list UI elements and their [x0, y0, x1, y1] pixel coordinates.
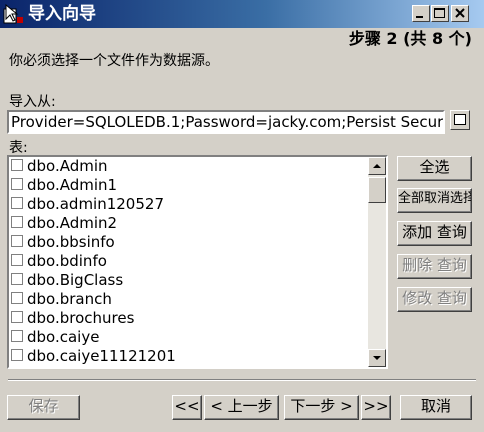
cancel-button[interactable]: 取消	[400, 395, 472, 420]
arrow-up-icon	[373, 164, 381, 168]
arrow-down-icon	[373, 356, 381, 360]
minimize-button[interactable]	[412, 5, 430, 22]
next-button[interactable]: 下一步 >	[284, 395, 359, 420]
delete-query-button[interactable]: 删除 查询	[397, 254, 472, 279]
table-row[interactable]: dbo.BigClass	[11, 271, 367, 290]
table-checkbox[interactable]	[11, 178, 23, 190]
table-row[interactable]: dbo.Admin2	[11, 214, 367, 233]
step-indicator: 步骤 2 (共 8 个)	[348, 29, 472, 48]
instruction-text: 你必须选择一个文件作为数据源。	[9, 53, 219, 69]
maximize-button[interactable]	[431, 5, 449, 22]
table-name: dbo.Admin1	[27, 176, 118, 194]
scroll-up-button[interactable]	[368, 157, 386, 175]
table-checkbox[interactable]	[11, 273, 23, 285]
maximize-icon	[434, 8, 445, 18]
import-from-label: 导入从:	[9, 94, 56, 110]
table-row[interactable]: dbo.Admin	[11, 157, 367, 176]
scroll-down-button[interactable]	[368, 349, 386, 367]
table-name: dbo.caiye11121201	[27, 347, 176, 365]
last-step-button[interactable]: >>	[361, 395, 391, 420]
table-name: dbo.caiye	[27, 328, 100, 346]
add-query-button[interactable]: 添加 查询	[397, 221, 472, 246]
table-row[interactable]: dbo.brochures	[11, 309, 367, 328]
footer-divider	[8, 379, 476, 381]
table-checkbox[interactable]	[11, 330, 23, 342]
table-row[interactable]: dbo.caiye11121201	[11, 347, 367, 366]
table-checkbox[interactable]	[11, 235, 23, 247]
table-name: dbo.branch	[27, 290, 112, 308]
tables-list[interactable]: dbo.Admin dbo.Admin1 dbo.admin120527 dbo.Ad…	[7, 155, 388, 369]
first-step-button[interactable]: <<	[172, 395, 202, 420]
close-icon	[455, 8, 465, 18]
table-row[interactable]: dbo.branch	[11, 290, 367, 309]
window-title: 导入向导	[28, 4, 96, 24]
select-all-button[interactable]: 全选	[397, 156, 472, 181]
table-name: dbo.BigClass	[27, 271, 124, 289]
browse-button[interactable]	[450, 110, 470, 130]
table-name: dbo.brochures	[27, 309, 135, 327]
scroll-thumb[interactable]	[368, 177, 386, 203]
table-row[interactable]: dbo.admin120527	[11, 195, 367, 214]
minimize-icon	[416, 16, 423, 18]
table-row[interactable]: dbo.bbsinfo	[11, 233, 367, 252]
browse-icon	[454, 114, 466, 125]
table-row[interactable]: dbo.Admin1	[11, 176, 367, 195]
tables-scrollbar[interactable]	[368, 157, 386, 367]
table-name: dbo.admin120527	[27, 195, 164, 213]
table-name: dbo.Admin2	[27, 214, 118, 232]
table-checkbox[interactable]	[11, 311, 23, 323]
table-row[interactable]: dbo.bdinfo	[11, 252, 367, 271]
previous-button[interactable]: < 上一步	[204, 395, 279, 420]
modify-query-button[interactable]: 修改 查询	[397, 287, 472, 312]
title-bar[interactable]: 导入向导	[0, 0, 484, 28]
deselect-all-button[interactable]: 全部取消选择	[397, 188, 472, 213]
connection-string-input[interactable]: Provider=SQLOLEDB.1;Password=jacky.com;P…	[7, 110, 445, 134]
save-button[interactable]: 保存	[7, 395, 80, 420]
table-row[interactable]: dbo.caiye	[11, 328, 367, 347]
tables-list-items: dbo.Admin dbo.Admin1 dbo.admin120527 dbo.Ad…	[11, 157, 367, 366]
table-name: dbo.bdinfo	[27, 252, 107, 270]
table-checkbox[interactable]	[11, 292, 23, 304]
table-name: dbo.bbsinfo	[27, 233, 115, 251]
table-checkbox[interactable]	[11, 159, 23, 171]
table-name: dbo.Admin	[27, 157, 108, 175]
wizard-icon	[3, 3, 23, 24]
table-checkbox[interactable]	[11, 254, 23, 266]
close-button[interactable]	[451, 5, 469, 22]
import-wizard-window: 导入向导 步骤 2 (共 8 个) 你必须选择一个文件作为数据源。 导入从: P…	[0, 0, 484, 432]
table-checkbox[interactable]	[11, 197, 23, 209]
table-checkbox[interactable]	[11, 216, 23, 228]
table-checkbox[interactable]	[11, 349, 23, 361]
